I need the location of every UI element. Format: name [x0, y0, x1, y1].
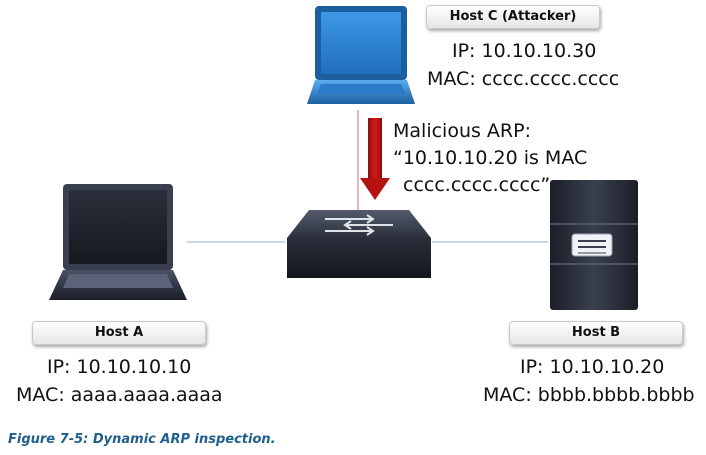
host-c-ip: IP: 10.10.10.30 [452, 40, 597, 62]
malicious-arp-line2: “10.10.10.20 is MAC [393, 147, 588, 169]
host-b-mac: MAC: bbbb.bbbb.bbbb [483, 384, 695, 406]
arp-diagram: Host C (Attacker) IP: 10.10.10.30 MAC: c… [0, 0, 706, 455]
malicious-arp-arrow [360, 118, 390, 200]
host-b-label: Host B [509, 321, 683, 345]
switch-icon [287, 210, 431, 278]
host-c-mac: MAC: cccc.cccc.cccc [427, 68, 620, 90]
host-a-ip: IP: 10.10.10.10 [47, 356, 192, 378]
host-c-label: Host C (Attacker) [426, 5, 600, 29]
host-a-label: Host A [32, 321, 206, 345]
host-a-mac: MAC: aaaa.aaaa.aaaa [16, 384, 223, 406]
malicious-arp-line3: cccc.cccc.cccc” [403, 174, 551, 196]
laptop-icon [307, 6, 415, 104]
laptop-icon [49, 184, 187, 300]
host-b-ip: IP: 10.10.10.20 [520, 356, 665, 378]
server-icon [550, 180, 638, 310]
figure-caption: Figure 7-5: Dynamic ARP inspection. [8, 432, 276, 447]
malicious-arp-line1: Malicious ARP: [393, 120, 531, 142]
